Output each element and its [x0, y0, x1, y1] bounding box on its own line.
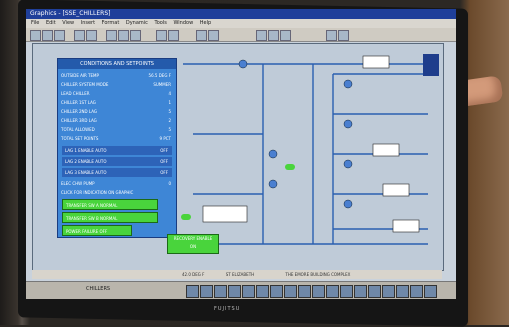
taskbar-icon[interactable] — [200, 285, 213, 298]
taskbar-icon[interactable] — [326, 285, 339, 298]
menu-dynamic[interactable]: Dynamic — [126, 20, 148, 26]
taskbar-icon[interactable] — [368, 285, 381, 298]
toolbar-icon[interactable] — [156, 30, 167, 41]
menu-tools[interactable]: Tools — [155, 20, 167, 26]
taskbar: CHILLERS — [26, 281, 456, 299]
toolbar-icon[interactable] — [106, 30, 117, 41]
taskbar-item[interactable]: CHILLERS — [86, 286, 110, 292]
panel-row: CHILLER SYSTEM MODE SUMMER — [61, 82, 171, 87]
panel-row: CHILLER 1ST LAG 1 — [61, 100, 171, 105]
toolbar-icon[interactable] — [42, 30, 53, 41]
conditions-panel: CONDITIONS AND SETPOINTS OUTSIDE AIR TEM… — [57, 58, 177, 238]
toolbar-icon[interactable] — [130, 30, 141, 41]
menu-insert[interactable]: Insert — [81, 20, 95, 26]
menu-window[interactable]: Window — [173, 20, 193, 26]
taskbar-icon[interactable] — [410, 285, 423, 298]
pump-icon — [268, 179, 278, 189]
menu-edit[interactable]: Edit — [46, 20, 56, 26]
menu-file[interactable]: File — [31, 20, 39, 26]
status-temp: 42.0 DEG F — [182, 272, 205, 277]
lag1-enable[interactable]: LAG 1 ENABLE AUTO OFF — [62, 146, 172, 155]
toolbar-icon[interactable] — [54, 30, 65, 41]
toolbar-icon[interactable] — [86, 30, 97, 41]
panel-row: CHILLER 2ND LAG 5 — [61, 109, 171, 114]
panel-row: ELEC CHW PUMP 0 — [61, 181, 171, 186]
toolbar-icon[interactable] — [208, 30, 219, 41]
recovery-enable-box[interactable]: RECOVERY ENABLE ON — [167, 234, 219, 254]
status-site: ST ELIZABETH — [225, 272, 255, 277]
chiller-icon — [202, 205, 248, 223]
status-building: THE EMORE BUILDING COMPLEX — [285, 272, 351, 277]
panel-row: TOTAL SET POINTS 9 PCT — [61, 136, 171, 141]
toolbar-icon[interactable] — [168, 30, 179, 41]
toolbar-icon[interactable] — [338, 30, 349, 41]
panel-title: CONDITIONS AND SETPOINTS — [58, 59, 176, 69]
panel-row: CHILLER 3RD LAG 2 — [61, 118, 171, 123]
menu-help[interactable]: Help — [200, 20, 211, 26]
transfer-switch-a: TRANSFER SW A NORMAL — [62, 199, 158, 210]
taskbar-icon[interactable] — [298, 285, 311, 298]
chiller-icon — [382, 183, 410, 197]
transfer-switch-b: TRANSFER SW B NORMAL — [62, 212, 158, 223]
pump-icon — [343, 159, 353, 169]
panel-row: LEAD CHILLER 4 — [61, 91, 171, 96]
pump-icon — [343, 79, 353, 89]
logo-icon — [423, 54, 439, 76]
toolbar-icon[interactable] — [256, 30, 267, 41]
indication-link[interactable]: CLICK FOR INDICATION ON GRAPHIC — [61, 188, 173, 197]
lag3-enable[interactable]: LAG 3 ENABLE AUTO OFF — [62, 168, 172, 177]
status-on-indicator — [181, 214, 191, 220]
toolbar-icon[interactable] — [118, 30, 129, 41]
toolbar-icon[interactable] — [280, 30, 291, 41]
taskbar-icon[interactable] — [382, 285, 395, 298]
panel-row: TOTAL ALLOWED 5 — [61, 127, 171, 132]
pump-icon — [343, 199, 353, 209]
power-failure-status: POWER FAILURE OFF — [62, 225, 132, 236]
menu-view[interactable]: View — [62, 20, 74, 26]
taskbar-icon[interactable] — [284, 285, 297, 298]
lag2-enable[interactable]: LAG 2 ENABLE AUTO OFF — [62, 157, 172, 166]
pump-icon — [238, 59, 248, 69]
taskbar-icon[interactable] — [214, 285, 227, 298]
toolbar-icon[interactable] — [326, 30, 337, 41]
taskbar-icon[interactable] — [186, 285, 199, 298]
chiller-icon — [362, 55, 390, 69]
pump-icon — [343, 119, 353, 129]
toolbar-icon[interactable] — [74, 30, 85, 41]
laptop-screen: Graphics - [SSE_CHILLERS] File Edit View… — [26, 9, 456, 299]
toolbar-icon[interactable] — [196, 30, 207, 41]
status-on-indicator — [285, 164, 295, 170]
taskbar-icon[interactable] — [312, 285, 325, 298]
panel-row: OUTSIDE AIR TEMP 56.5 DEG F — [61, 73, 171, 78]
taskbar-icon[interactable] — [228, 285, 241, 298]
taskbar-icon[interactable] — [424, 285, 437, 298]
taskbar-icon[interactable] — [354, 285, 367, 298]
taskbar-icon[interactable] — [396, 285, 409, 298]
toolbar-icon[interactable] — [30, 30, 41, 41]
taskbar-icon[interactable] — [340, 285, 353, 298]
chiller-graphic: CONDITIONS AND SETPOINTS OUTSIDE AIR TEM… — [32, 43, 444, 271]
window-title: Graphics - [SSE_CHILLERS] — [26, 9, 456, 19]
chiller-icon — [372, 143, 400, 157]
chiller-icon — [392, 219, 420, 233]
taskbar-icon[interactable] — [270, 285, 283, 298]
toolbar — [26, 28, 456, 42]
status-bar: 42.0 DEG F ST ELIZABETH THE EMORE BUILDI… — [32, 270, 442, 279]
menu-bar: File Edit View Insert Format Dynamic Too… — [26, 19, 456, 28]
pump-icon — [268, 149, 278, 159]
laptop-brand: FUJITSU — [214, 306, 241, 312]
toolbar-icon[interactable] — [268, 30, 279, 41]
taskbar-icon[interactable] — [256, 285, 269, 298]
menu-format[interactable]: Format — [102, 20, 120, 26]
taskbar-icon[interactable] — [242, 285, 255, 298]
